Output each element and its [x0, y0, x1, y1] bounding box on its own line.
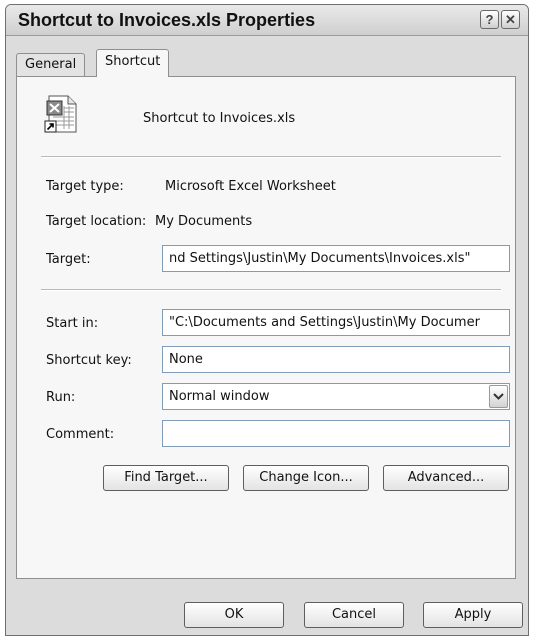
- target-type-label: Target type:: [46, 179, 124, 194]
- start-in-label: Start in:: [46, 316, 99, 331]
- shortcut-tab-panel: Shortcut to Invoices.xls Target type: Mi…: [16, 76, 516, 579]
- change-icon-button[interactable]: Change Icon...: [243, 465, 369, 491]
- run-dropdown-button[interactable]: [489, 385, 508, 408]
- shortcut-key-label: Shortcut key:: [46, 353, 132, 368]
- shortcut-key-field[interactable]: None: [162, 346, 510, 373]
- tab-general[interactable]: General: [16, 53, 86, 76]
- target-label: Target:: [46, 252, 91, 267]
- target-type-value: Microsoft Excel Worksheet: [165, 179, 336, 194]
- close-button[interactable]: ✕: [501, 10, 520, 29]
- run-select-value: Normal window: [169, 389, 270, 404]
- run-select[interactable]: Normal window: [162, 383, 510, 410]
- title-bar[interactable]: Shortcut to Invoices.xls Properties ? ✕: [6, 5, 528, 36]
- target-location-label: Target location:: [46, 214, 147, 229]
- help-button[interactable]: ?: [480, 10, 499, 29]
- comment-field[interactable]: [162, 420, 510, 447]
- apply-button[interactable]: Apply: [423, 602, 523, 628]
- cancel-button[interactable]: Cancel: [304, 602, 404, 628]
- comment-label: Comment:: [46, 427, 115, 442]
- start-in-field[interactable]: "C:\Documents and Settings\Justin\My Doc…: [162, 309, 510, 336]
- find-target-button[interactable]: Find Target...: [103, 465, 229, 491]
- target-location-value: My Documents: [155, 214, 253, 229]
- tab-shortcut[interactable]: Shortcut: [96, 49, 170, 77]
- shortcut-name: Shortcut to Invoices.xls: [143, 111, 296, 126]
- chevron-down-icon: [493, 393, 504, 400]
- run-label: Run:: [46, 390, 76, 405]
- ok-button[interactable]: OK: [184, 602, 284, 628]
- separator: [41, 289, 501, 291]
- advanced-button[interactable]: Advanced...: [383, 465, 509, 491]
- properties-dialog: Shortcut to Invoices.xls Properties ? ✕ …: [5, 4, 529, 636]
- target-field[interactable]: nd Settings\Justin\My Documents\Invoices…: [162, 245, 510, 272]
- window-title: Shortcut to Invoices.xls Properties: [18, 10, 316, 30]
- excel-shortcut-icon: [44, 95, 77, 133]
- separator: [41, 156, 501, 158]
